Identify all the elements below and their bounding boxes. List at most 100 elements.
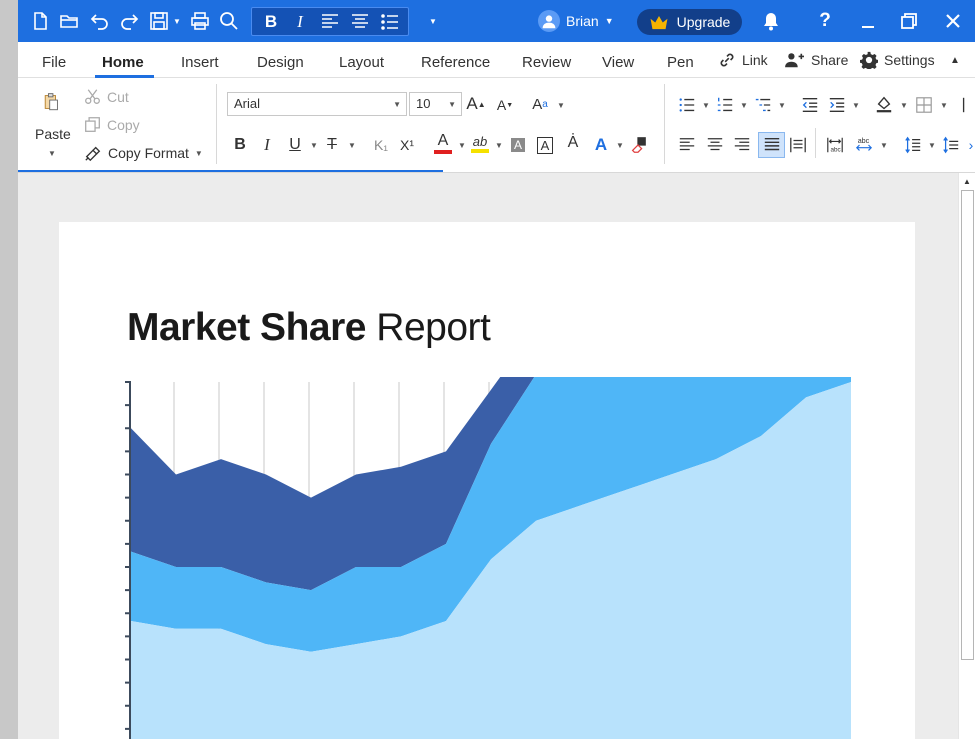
multilevel-dropdown-icon[interactable]: ▼ bbox=[778, 101, 786, 110]
strikethrough-dropdown-icon[interactable]: ▼ bbox=[348, 141, 356, 150]
shading-icon[interactable] bbox=[873, 93, 895, 115]
subscript-icon[interactable]: K₁ bbox=[368, 134, 394, 156]
link-button[interactable]: Link bbox=[718, 51, 768, 69]
tab-review[interactable]: Review bbox=[522, 54, 571, 71]
char-shading-icon[interactable]: A bbox=[507, 134, 529, 156]
tab-reference[interactable]: Reference bbox=[421, 54, 490, 71]
print-icon[interactable] bbox=[188, 9, 212, 33]
document-page[interactable]: Market Share Report 38,000 bbox=[59, 222, 915, 739]
settings-button[interactable]: Settings bbox=[860, 51, 935, 69]
copy-format-button[interactable]: Copy Format ▼ bbox=[84, 144, 203, 162]
tab-layout[interactable]: Layout bbox=[339, 54, 384, 71]
text-direction-dropdown-icon[interactable]: ▼ bbox=[880, 141, 888, 150]
upgrade-button[interactable]: Upgrade bbox=[637, 9, 742, 35]
copy-button[interactable]: Copy bbox=[84, 116, 140, 133]
tab-file[interactable]: File bbox=[42, 54, 66, 71]
customize-toolbar-icon[interactable]: ▼ bbox=[429, 17, 437, 26]
borders-dropdown-icon[interactable]: ▼ bbox=[940, 101, 948, 110]
shrink-font-icon[interactable]: A ▼ bbox=[494, 94, 516, 116]
shading-dropdown-icon[interactable]: ▼ bbox=[900, 101, 908, 110]
char-spacing-icon[interactable]: abc bbox=[824, 134, 846, 156]
help-icon[interactable]: ? bbox=[813, 9, 837, 33]
font-family-select[interactable]: Arial ▼ bbox=[227, 92, 407, 116]
bullet-list-icon[interactable] bbox=[676, 94, 698, 116]
align-center-icon[interactable] bbox=[348, 10, 372, 34]
cut-label: Cut bbox=[107, 88, 129, 105]
highlight-color-icon[interactable]: ab bbox=[469, 132, 491, 154]
align-left-icon[interactable] bbox=[676, 134, 698, 156]
share-button[interactable]: Share bbox=[785, 51, 848, 69]
align-right-icon[interactable] bbox=[731, 134, 753, 156]
align-left-icon[interactable] bbox=[318, 10, 342, 34]
undo-icon[interactable] bbox=[88, 9, 112, 33]
scroll-up-icon[interactable]: ▲ bbox=[963, 177, 971, 186]
restore-icon[interactable] bbox=[897, 9, 921, 33]
bold-icon[interactable]: B bbox=[259, 10, 283, 34]
vertical-scrollbar[interactable]: ▲ bbox=[958, 173, 975, 739]
text-direction-icon[interactable]: abc bbox=[853, 134, 875, 156]
justify-icon[interactable] bbox=[758, 132, 785, 158]
borders-icon[interactable] bbox=[913, 94, 935, 116]
bullet-dropdown-icon[interactable]: ▼ bbox=[702, 101, 710, 110]
paragraph-spacing-icon[interactable] bbox=[940, 134, 962, 156]
show-marks-icon[interactable] bbox=[958, 94, 975, 116]
change-case-icon[interactable]: Aa bbox=[529, 93, 551, 115]
grow-font-icon[interactable]: A ▲ bbox=[465, 93, 487, 115]
highlight-dropdown-icon[interactable]: ▼ bbox=[495, 141, 503, 150]
user-account[interactable]: Brian ▼ bbox=[538, 8, 614, 34]
font-color-icon[interactable]: A bbox=[432, 132, 454, 154]
link-label: Link bbox=[742, 52, 768, 68]
decrease-indent-icon[interactable] bbox=[799, 94, 821, 116]
link-icon bbox=[720, 53, 734, 67]
scrollbar-thumb[interactable] bbox=[961, 190, 974, 660]
redo-icon[interactable] bbox=[117, 9, 141, 33]
search-icon[interactable] bbox=[217, 9, 241, 33]
italic-icon[interactable]: I bbox=[256, 134, 278, 156]
paste-icon[interactable] bbox=[36, 86, 66, 118]
bold-icon[interactable]: B bbox=[229, 134, 251, 156]
svg-text:abc: abc bbox=[858, 136, 870, 145]
char-border-icon[interactable]: A bbox=[534, 134, 556, 156]
tab-view[interactable]: View bbox=[602, 54, 634, 71]
distributed-icon[interactable] bbox=[787, 134, 809, 156]
strikethrough-icon[interactable]: T bbox=[321, 134, 343, 156]
line-spacing-icon[interactable] bbox=[902, 134, 924, 156]
save-dropdown-icon[interactable]: ▼ bbox=[173, 17, 181, 26]
text-effects-icon[interactable]: A bbox=[590, 134, 612, 156]
close-icon[interactable] bbox=[941, 9, 965, 33]
paste-dropdown-icon[interactable]: ▼ bbox=[48, 149, 56, 158]
bullet-list-icon[interactable] bbox=[378, 10, 402, 34]
tab-design[interactable]: Design bbox=[257, 54, 304, 71]
superscript-icon[interactable]: X¹ bbox=[394, 134, 420, 156]
line-spacing-dropdown-icon[interactable]: ▼ bbox=[928, 141, 936, 150]
font-color-dropdown-icon[interactable]: ▼ bbox=[458, 141, 466, 150]
bell-icon[interactable] bbox=[759, 9, 783, 33]
collapse-ribbon-icon[interactable]: ▲ bbox=[950, 55, 960, 66]
chevron-right-icon[interactable]: › bbox=[965, 134, 975, 156]
italic-icon[interactable]: I bbox=[288, 10, 312, 34]
market-share-chart[interactable]: 38,000 bbox=[123, 377, 853, 739]
underline-dropdown-icon[interactable]: ▼ bbox=[310, 141, 318, 150]
new-document-icon[interactable] bbox=[28, 9, 52, 33]
text-effects-dropdown-icon[interactable]: ▼ bbox=[616, 141, 624, 150]
align-center-icon[interactable] bbox=[704, 134, 726, 156]
document-canvas: Market Share Report 38,000 bbox=[18, 173, 958, 739]
open-folder-icon[interactable] bbox=[57, 9, 81, 33]
phonetic-guide-icon[interactable]: Ȧ bbox=[562, 132, 584, 154]
change-case-dropdown-icon[interactable]: ▼ bbox=[557, 101, 565, 110]
tab-home[interactable]: Home bbox=[102, 54, 144, 71]
tab-insert[interactable]: Insert bbox=[181, 54, 219, 71]
increase-indent-icon[interactable] bbox=[826, 94, 848, 116]
paste-label[interactable]: Paste bbox=[35, 126, 71, 142]
font-size-select[interactable]: 10 ▼ bbox=[409, 92, 462, 116]
multilevel-list-icon[interactable] bbox=[752, 94, 774, 116]
underline-icon[interactable]: U bbox=[284, 134, 306, 156]
save-icon[interactable] bbox=[147, 9, 171, 33]
clear-formatting-icon[interactable] bbox=[627, 134, 649, 156]
tab-pen[interactable]: Pen bbox=[667, 54, 694, 71]
indent-dropdown-icon[interactable]: ▼ bbox=[852, 101, 860, 110]
cut-button[interactable]: Cut bbox=[84, 88, 129, 105]
minimize-icon[interactable] bbox=[856, 9, 880, 33]
numbered-list-icon[interactable] bbox=[714, 94, 736, 116]
numbered-dropdown-icon[interactable]: ▼ bbox=[740, 101, 748, 110]
